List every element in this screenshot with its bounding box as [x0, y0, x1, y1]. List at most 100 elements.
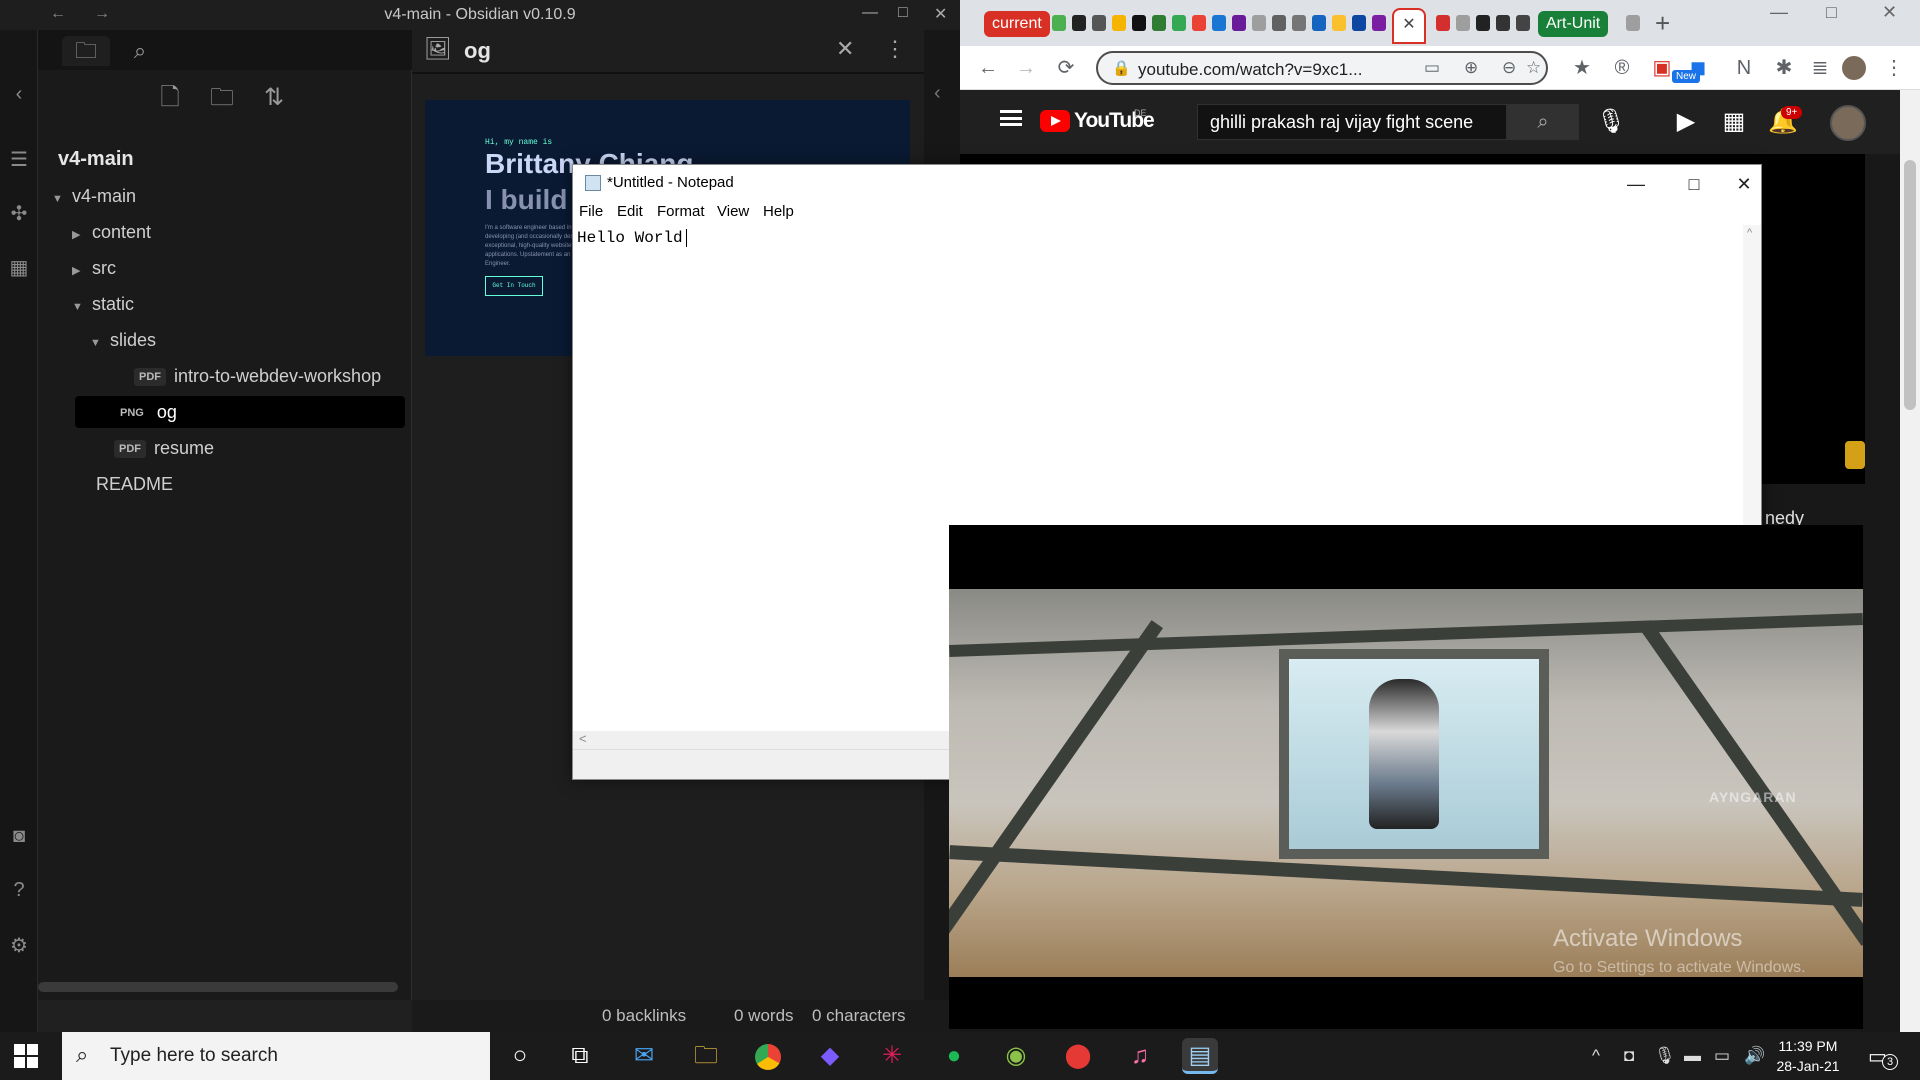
tree-file-readme[interactable]: README: [96, 468, 173, 500]
cast-icon[interactable]: ▭: [1424, 58, 1440, 78]
minimize-icon[interactable]: —: [1770, 2, 1788, 23]
close-icon[interactable]: ✕: [934, 4, 947, 24]
channel-badge-icon[interactable]: [1845, 441, 1865, 469]
picture-in-picture-video[interactable]: AYNGARAN Activate Windows Go to Settings…: [949, 525, 1863, 1029]
tab-favicon-icon[interactable]: [1372, 15, 1386, 31]
tree-file-og[interactable]: PNG og: [75, 396, 405, 428]
tab-favicon-icon[interactable]: [1626, 15, 1640, 31]
search-tab-icon[interactable]: ⌕: [116, 36, 164, 66]
new-tab-icon[interactable]: +: [1655, 8, 1670, 39]
tab-group-art-unit[interactable]: Art-Unit: [1538, 11, 1609, 37]
tab-favicon-icon[interactable]: [1252, 15, 1266, 31]
notepad-taskbar-icon[interactable]: ▤: [1182, 1038, 1218, 1074]
scroll-left-icon[interactable]: <: [579, 731, 587, 746]
sidebar-scrollbar[interactable]: [38, 982, 398, 992]
menu-format[interactable]: Format: [657, 203, 705, 220]
windows-start-icon[interactable]: [14, 1044, 38, 1068]
more-options-icon[interactable]: ⋮: [884, 36, 906, 62]
tab-favicon-icon[interactable]: [1152, 15, 1166, 31]
microphone-icon[interactable]: 🎙: [1596, 108, 1626, 136]
youtube-logo-icon[interactable]: [1040, 110, 1070, 132]
minimize-icon[interactable]: —: [1613, 171, 1659, 197]
tab-favicon-icon[interactable]: [1496, 15, 1510, 31]
tree-file-intro-to-webdev-workshop[interactable]: PDF intro-to-webdev-workshop: [134, 360, 381, 392]
menu-file[interactable]: File: [579, 203, 603, 220]
tray-overflow-icon[interactable]: ^: [1592, 1046, 1600, 1066]
close-icon[interactable]: ✕: [1729, 171, 1759, 197]
lock-icon[interactable]: 🔒: [1112, 59, 1131, 77]
task-view-icon[interactable]: ⧉: [562, 1038, 598, 1074]
tree-file-resume[interactable]: PDF resume: [114, 432, 214, 464]
tab-favicon-icon[interactable]: [1072, 15, 1086, 31]
extension-notion-icon[interactable]: N: [1732, 56, 1756, 80]
page-scrollbar-thumb[interactable]: [1904, 160, 1916, 410]
tab-favicon-icon[interactable]: [1312, 15, 1326, 31]
forward-arrow-icon[interactable]: →: [1014, 56, 1038, 80]
back-arrow-icon[interactable]: ←: [976, 56, 1000, 80]
webcam-icon[interactable]: ◘: [1624, 1046, 1634, 1066]
menu-help[interactable]: Help: [763, 203, 794, 220]
battery-icon[interactable]: ▬: [1684, 1046, 1701, 1066]
scroll-up-icon[interactable]: ^: [1747, 227, 1752, 239]
extension-record-icon[interactable]: ▣: [1650, 56, 1674, 80]
zoom-in-icon[interactable]: ⊕: [1464, 58, 1478, 78]
tab-favicon-icon[interactable]: [1132, 15, 1146, 31]
tab-favicon-icon[interactable]: [1172, 15, 1186, 31]
extension-r-icon[interactable]: ®: [1610, 56, 1634, 80]
tree-folder-static[interactable]: ▼ static: [72, 288, 134, 320]
tab-favicon-icon[interactable]: [1212, 15, 1226, 31]
tree-folder-src[interactable]: ▶ src: [72, 252, 116, 284]
chrome-icon[interactable]: [750, 1038, 786, 1074]
taskbar-search-input[interactable]: ⌕ Type here to search: [62, 1032, 490, 1080]
maximize-icon[interactable]: □: [898, 4, 908, 22]
menu-view[interactable]: View: [717, 203, 749, 220]
close-icon[interactable]: ✕: [1882, 2, 1897, 23]
reload-icon[interactable]: ⟳: [1054, 56, 1078, 80]
tab-favicon-icon[interactable]: [1352, 15, 1366, 31]
youtube-search-input[interactable]: ghilli prakash raj vijay fight scene: [1197, 104, 1507, 140]
tab-favicon-icon[interactable]: [1332, 15, 1346, 31]
tree-folder-v4-main[interactable]: ▼ v4-main: [52, 180, 136, 212]
maximize-icon[interactable]: □: [1826, 2, 1837, 23]
tab-favicon-icon[interactable]: [1476, 15, 1490, 31]
expand-right-sidebar-icon[interactable]: ‹: [934, 82, 941, 105]
network-icon[interactable]: ▭: [1714, 1046, 1730, 1066]
close-pane-icon[interactable]: ✕: [836, 36, 854, 62]
recorder-icon[interactable]: ⬤: [1060, 1038, 1096, 1074]
cortana-icon[interactable]: ○: [502, 1038, 538, 1074]
folder-tab-icon[interactable]: 🗀: [62, 36, 110, 66]
action-center-icon[interactable]: ▭ 3: [1868, 1044, 1898, 1070]
search-button[interactable]: ⌕: [1507, 104, 1579, 140]
tree-folder-content[interactable]: ▶ content: [72, 216, 151, 248]
bookmark-star-icon[interactable]: ☆: [1526, 58, 1541, 78]
extensions-puzzle-icon[interactable]: ✱: [1772, 56, 1796, 80]
profile-avatar[interactable]: [1842, 56, 1866, 80]
graph-view-icon[interactable]: ✣: [7, 202, 31, 226]
new-folder-icon[interactable]: 🗀: [206, 82, 238, 114]
tab-favicon-icon[interactable]: [1272, 15, 1286, 31]
collapse-sidebar-icon[interactable]: ‹: [7, 82, 31, 106]
tab-group-current[interactable]: current: [984, 11, 1050, 37]
maximize-icon[interactable]: □: [1671, 171, 1717, 197]
obsidian-icon[interactable]: ◆: [812, 1038, 848, 1074]
plugins-icon[interactable]: ▦: [7, 256, 31, 280]
menu-edit[interactable]: Edit: [617, 203, 643, 220]
minimize-icon[interactable]: —: [862, 4, 878, 22]
new-note-icon[interactable]: 🗋: [154, 82, 186, 114]
system-clock[interactable]: 11:39 PM 28-Jan-21: [1758, 1036, 1858, 1076]
extension-star-icon[interactable]: ★: [1570, 56, 1594, 80]
tab-favicon-icon[interactable]: [1092, 15, 1106, 31]
itunes-icon[interactable]: ♫: [1122, 1038, 1158, 1074]
tree-folder-slides[interactable]: ▼ slides: [90, 324, 156, 356]
help-icon[interactable]: ?: [7, 878, 31, 902]
tab-favicon-icon[interactable]: [1232, 15, 1246, 31]
chrome-menu-icon[interactable]: ⋮: [1882, 56, 1906, 80]
tab-favicon-icon[interactable]: [1436, 15, 1450, 31]
address-bar[interactable]: 🔒 youtube.com/watch?v=9xc1... ▭ ⊕ ⊖ ☆: [1096, 51, 1548, 85]
slack-icon[interactable]: ✳: [874, 1038, 910, 1074]
active-tab-close-icon[interactable]: ✕: [1392, 8, 1426, 44]
create-video-icon[interactable]: ▶: [1672, 108, 1700, 136]
microphone-tray-icon[interactable]: 🎙: [1654, 1046, 1676, 1066]
android-studio-icon[interactable]: ◉: [998, 1038, 1034, 1074]
youtube-avatar[interactable]: [1830, 105, 1866, 141]
